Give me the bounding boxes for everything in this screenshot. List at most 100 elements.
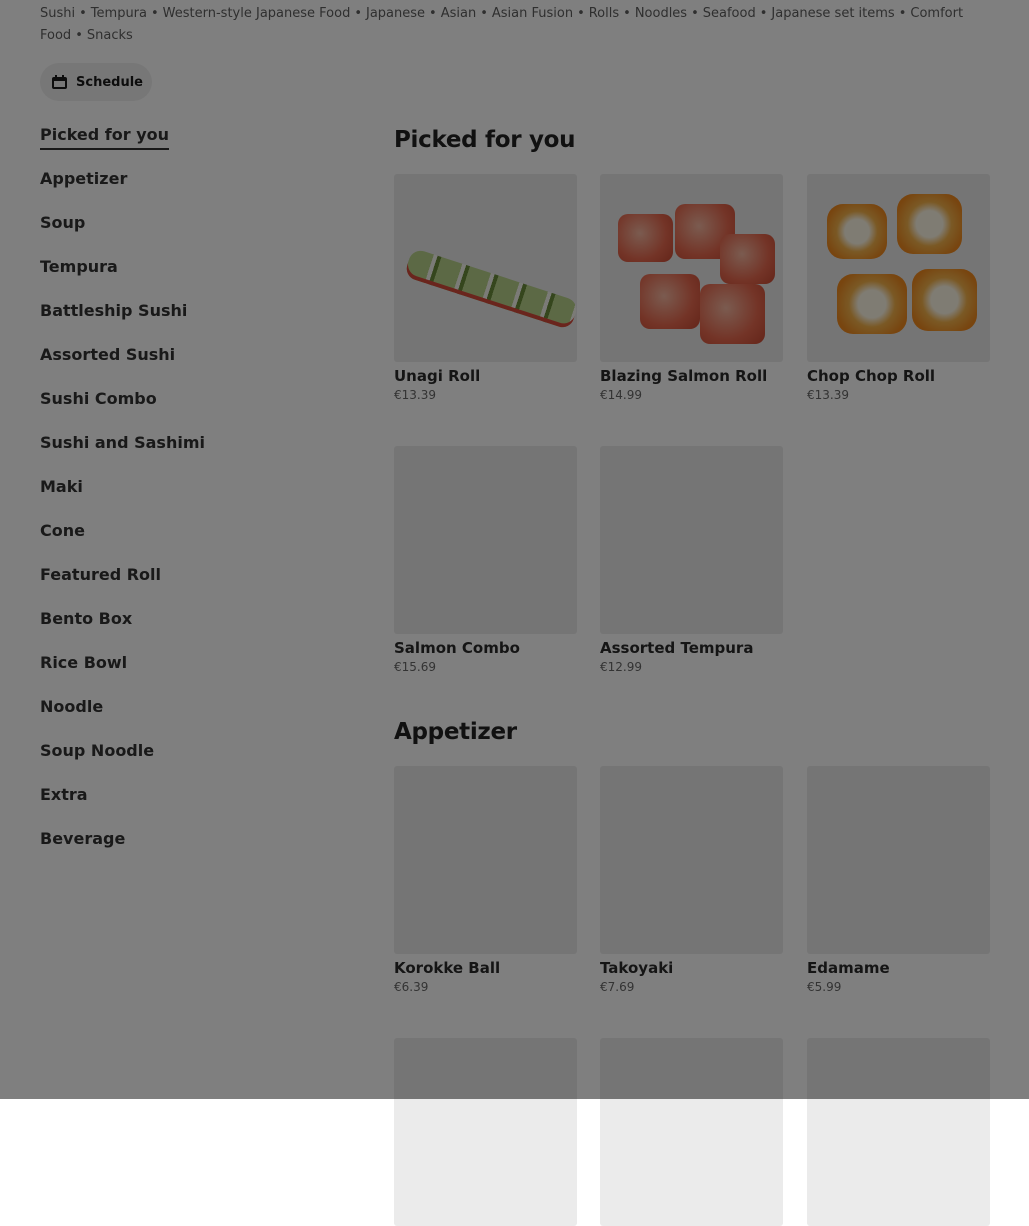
menu-item-card[interactable] [394,1038,577,1226]
category-sidebar: Picked for you Appetizer Soup Tempura Battle… [40,124,340,872]
sidebar-item[interactable]: Noodle [40,696,340,740]
sidebar-item[interactable]: Beverage [40,828,340,872]
sidebar-item[interactable]: Featured Roll [40,564,340,608]
store-menu-page: Sushi • Tempura • Western-style Japanese Foo… [0,0,1029,1226]
sidebar-item-label: Soup [40,213,86,232]
cuisine-tag: Japanese set items [771,6,895,21]
sidebar-item[interactable]: Sushi Combo [40,388,340,432]
menu-item-image [600,446,783,634]
sidebar-item-label: Sushi Combo [40,389,157,408]
sidebar-item[interactable]: Bento Box [40,608,340,652]
sidebar-item[interactable]: Picked for you [40,124,340,168]
separator-dot: • [623,6,631,21]
sidebar-item-label: Rice Bowl [40,653,128,672]
calendar-icon [52,75,67,89]
menu-item-name: Edamame [807,959,890,977]
menu-item-card[interactable]: Chop Chop Roll €13.39 [807,174,990,402]
sidebar-item-label: Picked for you [40,124,170,150]
sidebar-item[interactable]: Soup Noodle [40,740,340,784]
menu-item-price: €13.39 [807,388,849,402]
menu-item-image [600,1038,783,1226]
menu-item-card[interactable]: Takoyaki €7.69 [600,766,783,994]
separator-dot: • [691,6,699,21]
separator-dot: • [75,28,83,43]
sidebar-item[interactable]: Battleship Sushi [40,300,340,344]
separator-dot: • [898,6,907,21]
menu-item-card[interactable]: Blazing Salmon Roll €14.99 [600,174,783,402]
sidebar-item-label: Appetizer [40,169,128,188]
cuisine-tag: Tempura [90,6,147,21]
sidebar-item[interactable]: Tempura [40,256,340,300]
sidebar-item-label: Noodle [40,697,104,716]
menu-item-name: Korokke Ball [394,959,501,977]
sidebar-item[interactable]: Soup [40,212,340,256]
menu-item-card[interactable] [600,1038,783,1226]
menu-item-image [394,174,577,362]
menu-item-name: Unagi Roll [394,367,481,385]
sidebar-item-label: Battleship Sushi [40,301,188,320]
menu-item-price: €14.99 [600,388,642,402]
separator-dot: • [429,6,437,21]
sidebar-item[interactable]: Assorted Sushi [40,344,340,388]
menu-item-card[interactable]: Salmon Combo €15.69 [394,446,577,674]
menu-item-price: €13.39 [394,388,436,402]
menu-item-price: €7.69 [600,980,635,994]
cuisine-tag: Western-style Japanese Food [162,6,351,21]
section-title: Picked for you [394,127,576,153]
sidebar-item-label: Assorted Sushi [40,345,176,364]
menu-item-image [394,1038,577,1226]
menu-item-image [394,766,577,954]
sidebar-item-label: Bento Box [40,609,133,628]
cuisine-tag: Noodles [634,6,688,21]
sidebar-item-label: Cone [40,521,85,540]
cuisine-tag: Sushi [40,6,76,21]
sidebar-item-label: Featured Roll [40,565,162,584]
sidebar-item[interactable]: Cone [40,520,340,564]
schedule-button-label: Schedule [76,74,143,90]
menu-item-price: €6.39 [394,980,429,994]
menu-item-price: €15.69 [394,660,436,674]
section-title: Appetizer [394,719,517,745]
menu-item-card[interactable]: Assorted Tempura €12.99 [600,446,783,674]
sidebar-item-label: Soup Noodle [40,741,155,760]
sidebar-item-label: Sushi and Sashimi [40,433,205,452]
sidebar-item-label: Maki [40,477,83,496]
menu-item-image [807,174,990,362]
sidebar-item-label: Tempura [40,257,118,276]
separator-dot: • [759,6,768,21]
sidebar-item[interactable]: Rice Bowl [40,652,340,696]
menu-item-price: €12.99 [600,660,642,674]
menu-item-name: Takoyaki [600,959,674,977]
menu-item-name: Salmon Combo [394,639,520,657]
cuisine-tag: Japanese [366,6,426,21]
sidebar-item[interactable]: Sushi and Sashimi [40,432,340,476]
menu-item-name: Blazing Salmon Roll [600,367,768,385]
sidebar-item[interactable]: Extra [40,784,340,828]
menu-item-name: Assorted Tempura [600,639,754,657]
menu-item-card[interactable]: Korokke Ball €6.39 [394,766,577,994]
menu-item-image [600,766,783,954]
cuisine-tag: Seafood [702,6,756,21]
menu-item-card[interactable]: Unagi Roll €13.39 [394,174,577,402]
menu-item-card[interactable]: Edamame €5.99 [807,766,990,994]
sidebar-item-label: Beverage [40,829,126,848]
menu-item-price: €5.99 [807,980,842,994]
sidebar-item[interactable]: Appetizer [40,168,340,212]
sidebar-item-label: Extra [40,785,88,804]
cuisine-tag: Asian Fusion [491,6,574,21]
separator-dot: • [480,6,488,21]
menu-item-image [807,766,990,954]
cuisine-tag: Asian [440,6,477,21]
cuisine-tag: Rolls [588,6,620,21]
cuisine-tag: Snacks [86,28,133,43]
separator-dot: • [354,6,362,21]
menu-item-image [394,446,577,634]
sidebar-item[interactable]: Maki [40,476,340,520]
cuisine-tags: Sushi • Tempura • Western-style Japanese Foo… [40,3,970,47]
menu-item-image [807,1038,990,1226]
menu-item-card[interactable] [807,1038,990,1226]
separator-dot: • [151,6,159,21]
separator-dot: • [577,6,585,21]
separator-dot: • [79,6,87,21]
schedule-button[interactable]: Schedule [40,63,152,101]
